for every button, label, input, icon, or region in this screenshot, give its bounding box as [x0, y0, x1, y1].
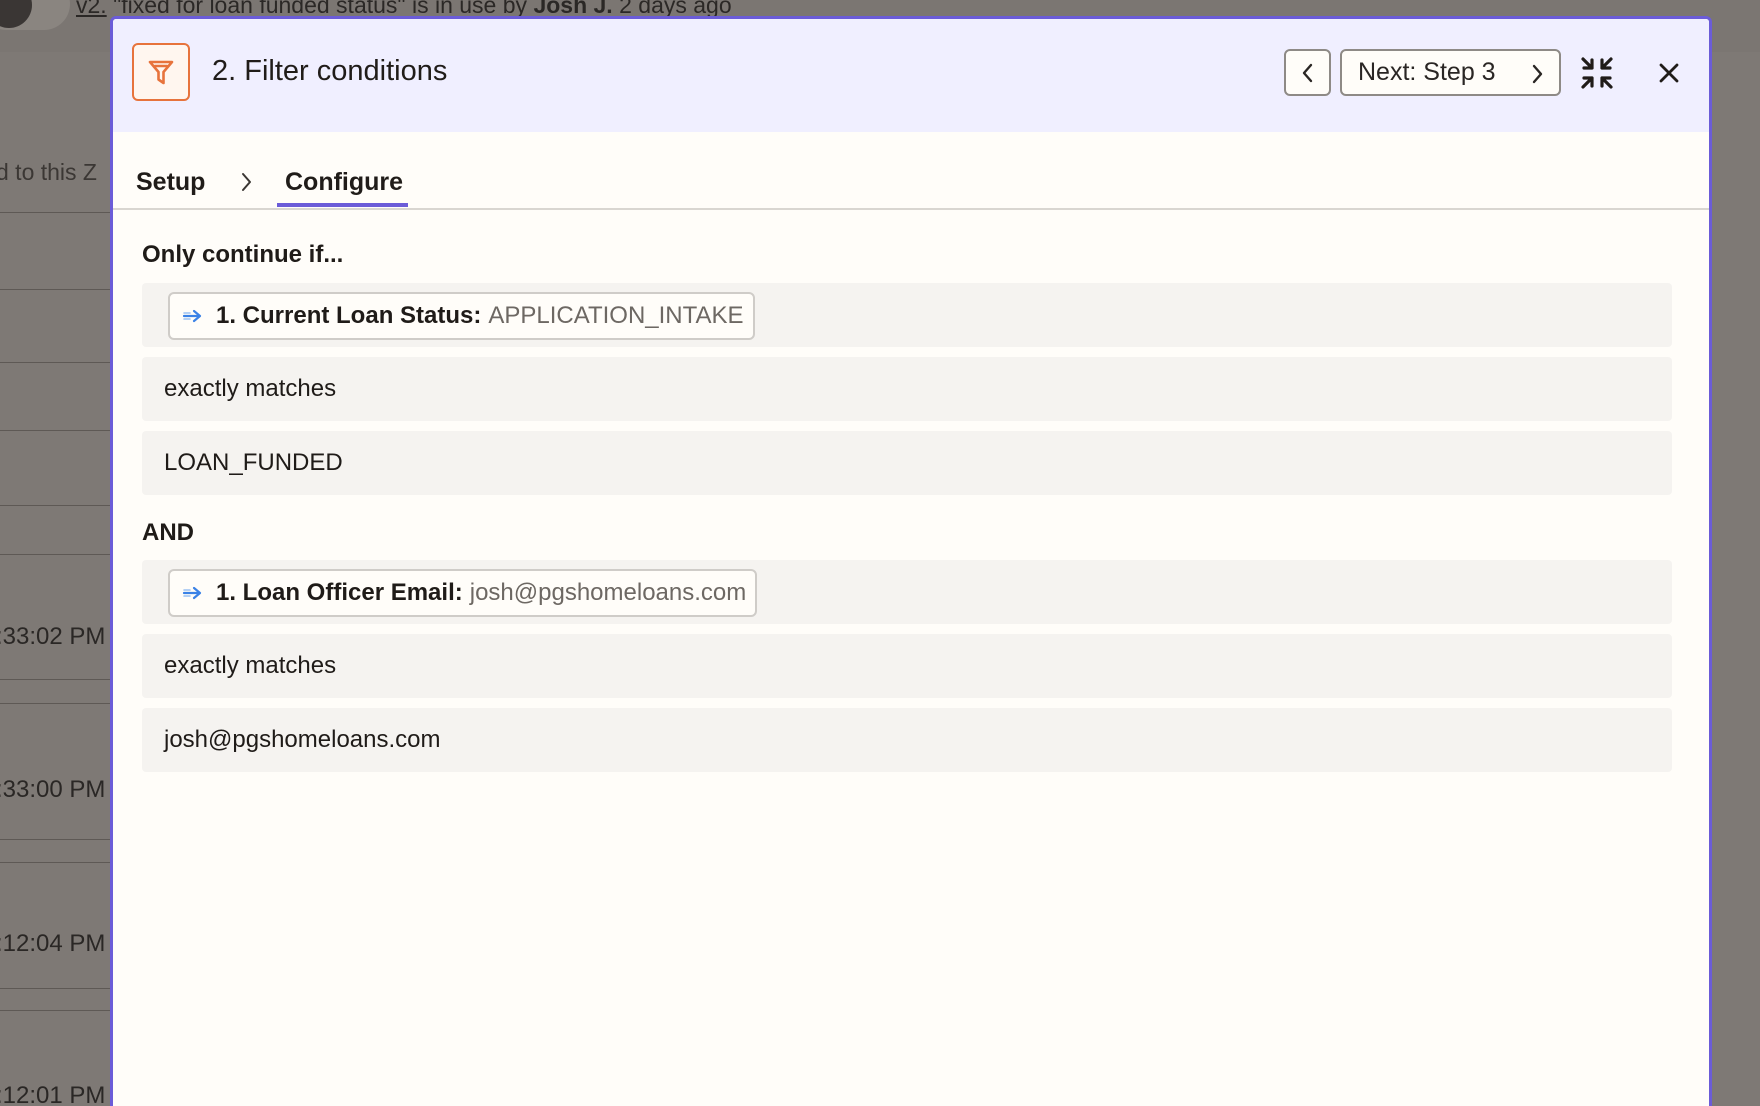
arrow-right-icon: [182, 309, 202, 323]
next-step-label: Next: Step 3: [1358, 58, 1496, 86]
tab-configure[interactable]: Configure: [285, 168, 403, 197]
active-tab-indicator: [277, 203, 408, 207]
background-divider: [0, 839, 110, 840]
step-tabs: Setup Configure: [113, 132, 1709, 210]
and-label: AND: [142, 519, 194, 546]
background-timestamp: :33:00 PM: [0, 776, 106, 803]
background-divider: [0, 289, 110, 290]
background-side-text: d to this Z: [0, 159, 97, 185]
background-divider: [0, 554, 110, 555]
version-link: v2.: [76, 0, 107, 18]
background-divider: [0, 362, 110, 363]
condition-field-select[interactable]: 1. Current Loan Status: APPLICATION_INTA…: [142, 283, 1672, 347]
background-divider: [0, 212, 110, 213]
only-continue-label: Only continue if...: [142, 241, 344, 268]
condition-operator-select[interactable]: exactly matches: [142, 357, 1672, 421]
operator-value: exactly matches: [164, 652, 337, 679]
background-divider: [0, 430, 110, 431]
background-timestamp: :33:02 PM: [0, 623, 106, 650]
tab-setup[interactable]: Setup: [136, 168, 205, 197]
background-divider: [0, 679, 110, 680]
background-divider: [0, 862, 110, 863]
chevron-left-icon: [1302, 63, 1312, 82]
filter-step-panel: 2. Filter conditions Next: Step 3 Setup …: [110, 16, 1712, 1106]
field-chip: 1. Current Loan Status: APPLICATION_INTA…: [168, 292, 755, 340]
close-button[interactable]: [1657, 61, 1681, 85]
background-divider: [0, 703, 110, 704]
field-name: 1. Loan Officer Email:: [216, 579, 463, 606]
condition-field-select[interactable]: 1. Loan Officer Email: josh@pgshomeloans…: [142, 560, 1672, 624]
field-name: 1. Current Loan Status:: [216, 302, 482, 329]
chevron-right-icon: [242, 173, 251, 191]
chevron-right-icon: [1532, 64, 1543, 84]
field-chip: 1. Loan Officer Email: josh@pgshomeloans…: [168, 569, 758, 617]
previous-step-button[interactable]: [1284, 49, 1331, 96]
condition-value: LOAN_FUNDED: [164, 449, 343, 476]
background-timestamp: :12:01 PM: [0, 1082, 106, 1106]
condition-value-input[interactable]: josh@pgshomeloans.com: [142, 708, 1672, 772]
close-icon: [1659, 63, 1679, 83]
collapse-icon: [1581, 57, 1613, 89]
condition-value: josh@pgshomeloans.com: [164, 726, 441, 753]
panel-header: 2. Filter conditions Next: Step 3: [113, 19, 1709, 132]
operator-value: exactly matches: [164, 375, 337, 402]
field-sample-value: APPLICATION_INTAKE: [488, 302, 744, 329]
background-divider: [0, 1010, 110, 1011]
field-sample-value: josh@pgshomeloans.com: [469, 579, 747, 606]
panel-title: 2. Filter conditions: [212, 55, 448, 87]
collapse-button[interactable]: [1579, 55, 1615, 91]
condition-operator-select[interactable]: exactly matches: [142, 634, 1672, 698]
background-divider: [0, 988, 110, 989]
filter-icon: [132, 43, 190, 101]
next-step-button[interactable]: Next: Step 3: [1340, 49, 1561, 96]
background-divider: [0, 505, 110, 506]
condition-value-input[interactable]: LOAN_FUNDED: [142, 431, 1672, 495]
arrow-right-icon: [182, 586, 202, 600]
background-timestamp: :12:04 PM: [0, 930, 106, 957]
